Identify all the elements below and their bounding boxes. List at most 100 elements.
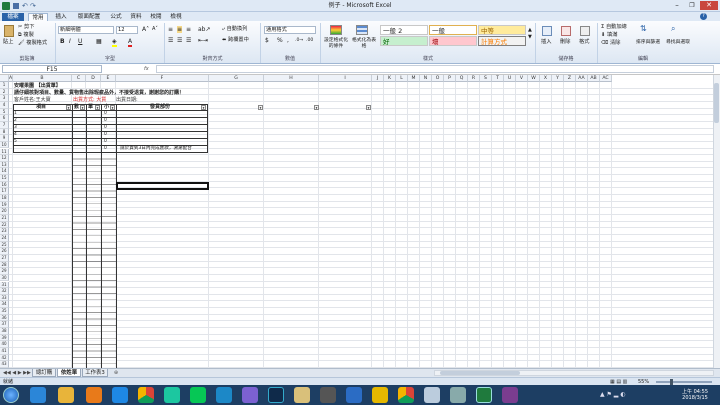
minimize-button[interactable]: – [670,1,684,10]
header-qty[interactable]: 數 [74,104,79,110]
row-header[interactable]: 31 [0,281,9,289]
row-header[interactable]: 24 [0,234,9,242]
row-header[interactable]: 35 [0,308,9,315]
column-header[interactable]: N [420,75,432,82]
row-header[interactable]: 34 [0,301,9,309]
autosum-button[interactable]: Σ 自動加總 [601,24,627,31]
payment-note[interactable]: 請於貨到3日內完成匯款，謝謝配合 [120,146,192,152]
name-box[interactable]: F15 [2,65,102,73]
line-icon[interactable] [190,387,206,403]
column-header[interactable]: G [209,75,264,82]
ie-icon[interactable] [30,387,46,403]
column-header[interactable]: T [492,75,504,82]
format-painter-button[interactable]: 🖌 複製格式 [18,40,47,47]
row-header[interactable]: 27 [0,254,9,262]
align-top-icon[interactable]: ≡ [168,26,173,33]
insert-cells-icon[interactable] [542,26,552,36]
item-number[interactable]: 3 [14,125,17,131]
sheet-tab-2[interactable]: 工作表3 [82,369,108,377]
subtotal-cell[interactable]: 0 [104,118,107,124]
k-app2-icon[interactable] [216,387,232,403]
tab-insert[interactable]: 插入 [52,13,70,21]
sort-filter-button[interactable]: 排序與篩選 [636,39,660,46]
maximize-button[interactable]: ❐ [685,1,699,10]
decimal-increase-icon[interactable]: .0→ [295,37,303,44]
currency-icon[interactable]: $ [265,37,269,44]
item-number[interactable]: 5 [14,139,17,145]
fx-icon[interactable]: fx [144,65,149,73]
style-neutral[interactable]: 中等 [478,25,526,35]
row-header[interactable]: 21 [0,215,9,222]
row-header[interactable]: 42 [0,354,9,362]
column-header[interactable]: M [408,75,420,82]
row-header[interactable]: 16 [0,181,9,189]
delete-cells-icon[interactable] [561,26,571,36]
column-header[interactable]: H [264,75,319,82]
row-header[interactable]: 14 [0,168,9,176]
column-header[interactable]: O [432,75,444,82]
increase-font-icon[interactable]: A˄ [142,26,149,33]
scroll-thumb[interactable] [714,83,719,123]
row-header[interactable]: 41 [0,348,9,355]
column-header[interactable]: V [516,75,528,82]
image-viewer-icon[interactable] [450,387,466,403]
column-header[interactable]: E [101,75,116,82]
row-header[interactable]: 36 [0,314,9,322]
filter-dropdown-i[interactable]: ▾ [366,105,371,110]
clock-date[interactable]: 2018/3/15 [675,395,715,401]
item-number[interactable]: 2 [14,118,17,124]
column-header[interactable]: Y [552,75,564,82]
subtotal-cell[interactable]: 0 [104,125,107,131]
row-header[interactable]: 20 [0,208,9,215]
row-header[interactable]: 17 [0,188,9,196]
subtotal-cell[interactable]: 0 [104,139,107,145]
bold-button[interactable]: B [60,38,65,45]
row-header[interactable]: 23 [0,228,9,235]
start-button-icon[interactable] [3,387,19,403]
header-subtotal[interactable]: 小 [104,104,109,110]
chrome2-icon[interactable] [398,387,414,403]
paste-icon[interactable] [4,25,14,37]
wrap-text-button[interactable]: ⤶ 自動換列 [222,26,247,33]
player-icon[interactable] [372,387,388,403]
row-header[interactable]: 4 [0,101,9,109]
column-header[interactable]: W [528,75,540,82]
row-header[interactable]: 32 [0,288,9,295]
sheet-subtitle[interactable]: 請仔細核對項目、數量、貨物售出除瑕疵品外，不接受退貨，謝謝您的訂購！ [14,90,184,96]
column-header[interactable]: AC [600,75,612,82]
tab-formulas[interactable]: 公式 [108,13,124,21]
spreadsheet-icon[interactable] [424,387,440,403]
row-header[interactable]: 40 [0,341,9,348]
sheet-tab-0[interactable]: 總訂購 [32,369,56,377]
row-header[interactable]: 10 [0,141,9,149]
row-header[interactable]: 26 [0,248,9,255]
media-player-icon[interactable] [86,387,102,403]
row-header[interactable]: 13 [0,161,9,169]
insert-cells-button[interactable]: 插入 [541,39,551,46]
column-header[interactable]: Q [456,75,468,82]
column-header[interactable]: AB [588,75,600,82]
filter-dropdown-qty[interactable]: ▾ [80,105,85,110]
subtotal-cell[interactable]: 0 [104,111,107,117]
item-number[interactable]: 4 [14,132,17,138]
row-header[interactable]: 37 [0,321,9,329]
filter-dropdown-subtotal[interactable]: ▾ [110,105,115,110]
tab-page-layout[interactable]: 版面配置 [74,13,104,21]
underline-button[interactable]: U [78,38,82,45]
copy-button[interactable]: ⧉ 複製 [18,32,34,39]
filter-dropdown-h[interactable]: ▾ [314,105,319,110]
format-cells-icon[interactable] [580,26,590,36]
filter-dropdown-g[interactable]: ▾ [258,105,263,110]
filter-dropdown-payment[interactable]: ▾ [201,105,206,110]
find-select-button[interactable]: 尋找與選取 [666,39,690,46]
clock-time[interactable]: 上午 04:55 [675,388,715,395]
align-right-icon[interactable]: ☰ [186,37,191,44]
decrease-font-icon[interactable]: A˅ [152,26,158,33]
decimal-decrease-icon[interactable]: .00 [306,37,313,44]
sheet-title[interactable]: 安曜果園 【出貨單】 [14,83,61,89]
column-header[interactable]: AA [576,75,588,82]
row-header[interactable]: 22 [0,221,9,229]
column-header[interactable]: L [396,75,408,82]
number-format-select[interactable]: 通用格式 [264,26,316,34]
column-header[interactable]: Z [564,75,576,82]
